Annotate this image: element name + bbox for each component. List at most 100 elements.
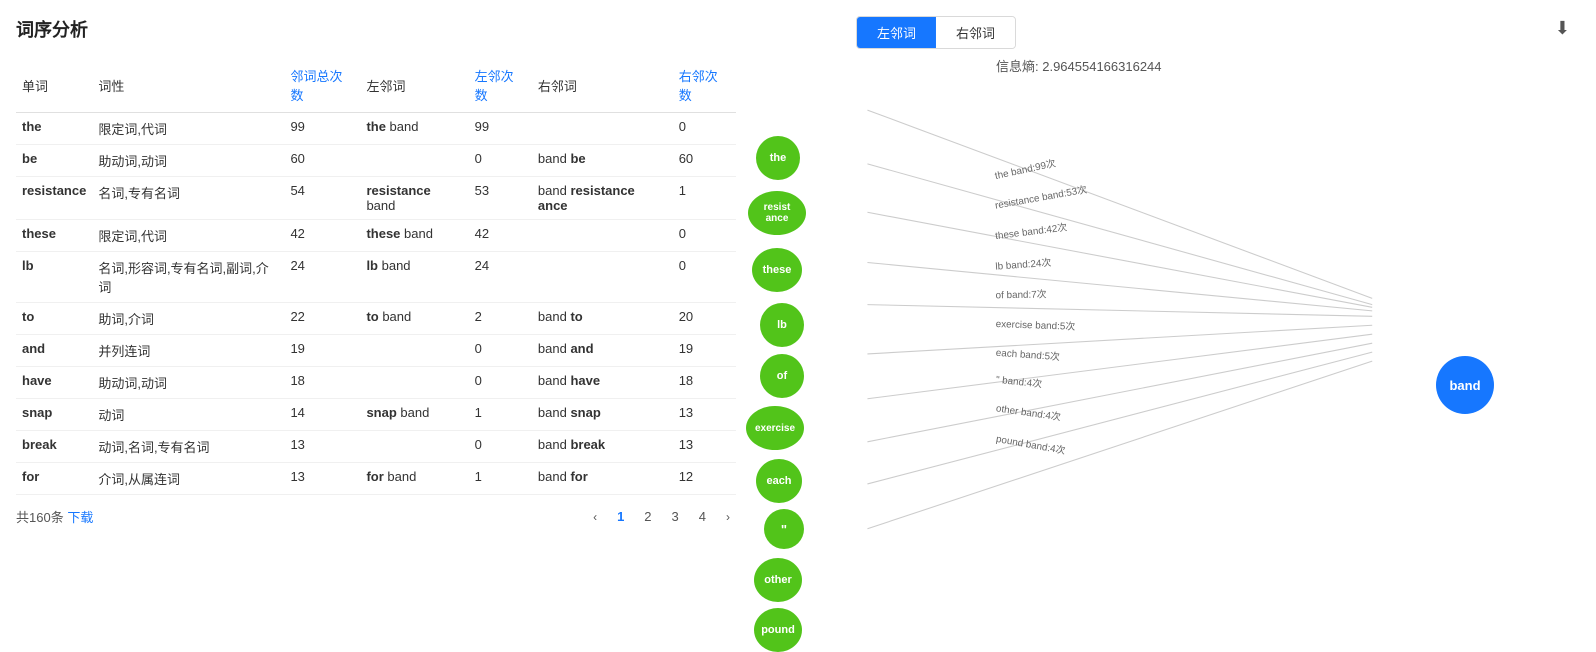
cell-right-neighbor: band and [532,335,673,367]
table-row: these限定词,代词42these band420 [16,220,736,252]
node-of[interactable]: of [760,354,804,398]
cell-right-neighbor: band have [532,367,673,399]
cell-neighbor-count: 24 [284,252,360,303]
table-row: for介词,从属连词13for band1band for12 [16,463,736,495]
cell-right-count: 18 [673,367,736,399]
cell-pos: 限定词,代词 [92,220,284,252]
cell-word: the [16,113,92,145]
cell-word: for [16,463,92,495]
page-title: 词序分析 [16,16,736,42]
cell-word: have [16,367,92,399]
footer-info: 共160条 下载 [16,507,93,526]
cell-pos: 名词,形容词,专有名词,副词,介词 [92,252,284,303]
cell-neighbor-count: 18 [284,367,360,399]
node-band[interactable]: band [1436,356,1494,414]
cell-right-neighbor: band to [532,303,673,335]
node-each[interactable]: each [756,459,802,503]
table-row: resistance名词,专有名词54resistance band53band… [16,177,736,220]
cell-word: break [16,431,92,463]
cell-right-neighbor [532,252,673,303]
cell-neighbor-count: 22 [284,303,360,335]
download-link[interactable]: 下载 [67,510,93,525]
col-neighbor-count[interactable]: 邻词总次数 [284,58,360,113]
col-right-neighbor: 右邻词 [532,58,673,113]
cell-neighbor-count: 14 [284,399,360,431]
cell-left-count: 24 [469,252,532,303]
download-icon[interactable]: ⬇ [1555,18,1570,39]
cell-left-count: 0 [469,335,532,367]
page-1[interactable]: 1 [611,507,630,526]
tab-left-neighbor[interactable]: 左邻词 [857,17,936,48]
next-page[interactable]: › [720,508,736,526]
cell-right-count: 13 [673,431,736,463]
table-footer: 共160条 下载 ‹ 1 2 3 4 › [16,507,736,526]
page-3[interactable]: 3 [666,507,685,526]
graph-area: 左邻词 右邻词 ⬇ 信息熵: 2.964554166316244 [736,16,1580,596]
cell-word: and [16,335,92,367]
cell-left-neighbor: for band [360,463,468,495]
cell-left-neighbor [360,335,468,367]
cell-right-count: 0 [673,220,736,252]
cell-left-count: 42 [469,220,532,252]
node-other[interactable]: other [754,558,802,602]
cell-left-neighbor: lb band [360,252,468,303]
node-the[interactable]: the [756,136,800,180]
cell-left-neighbor: the band [360,113,468,145]
cell-word: lb [16,252,92,303]
cell-neighbor-count: 60 [284,145,360,177]
cell-right-count: 1 [673,177,736,220]
pagination: ‹ 1 2 3 4 › [587,507,736,526]
prev-page[interactable]: ‹ [587,508,603,526]
cell-neighbor-count: 13 [284,431,360,463]
svg-text:pound band:4次: pound band:4次 [995,432,1067,457]
cell-word: resistance [16,177,92,220]
node-these[interactable]: these [752,248,802,292]
table-row: have助动词,动词180band have18 [16,367,736,399]
info-entropy: 信息熵: 2.964554166316244 [996,56,1162,75]
cell-right-neighbor [532,113,673,145]
svg-text:other band:4次: other band:4次 [995,401,1062,423]
cell-right-count: 19 [673,335,736,367]
cell-right-count: 0 [673,252,736,303]
node-resistance[interactable]: resistance [748,191,806,235]
col-left-count[interactable]: 左邻次数 [469,58,532,113]
node-quote[interactable]: " [764,509,804,549]
cell-left-count: 2 [469,303,532,335]
cell-right-neighbor: band break [532,431,673,463]
page-2[interactable]: 2 [638,507,657,526]
cell-left-count: 1 [469,463,532,495]
cell-right-neighbor: band be [532,145,673,177]
svg-text:exercise band:5次: exercise band:5次 [996,317,1076,333]
cell-right-neighbor: band resistance ance [532,177,673,220]
cell-neighbor-count: 54 [284,177,360,220]
tab-group: 左邻词 右邻词 [856,16,1016,49]
cell-neighbor-count: 99 [284,113,360,145]
cell-right-count: 60 [673,145,736,177]
left-panel: 词序分析 单词 词性 邻词总次数 左邻词 左邻次数 右邻词 右邻次数 the限定… [16,16,736,596]
cell-pos: 助动词,动词 [92,145,284,177]
tab-right-neighbor[interactable]: 右邻词 [936,17,1015,48]
cell-word: these [16,220,92,252]
svg-text:resistance band:53次: resistance band:53次 [994,183,1088,212]
cell-right-count: 0 [673,113,736,145]
page-4[interactable]: 4 [693,507,712,526]
table-row: to助词,介词22to band2band to20 [16,303,736,335]
table-row: break动词,名词,专有名词130band break13 [16,431,736,463]
cell-right-neighbor [532,220,673,252]
col-right-count[interactable]: 右邻次数 [673,58,736,113]
node-pound[interactable]: pound [754,608,802,652]
cell-neighbor-count: 13 [284,463,360,495]
node-lb[interactable]: lb [760,303,804,347]
svg-text:of band:7次: of band:7次 [995,287,1046,301]
svg-text:" band:4次: " band:4次 [995,373,1042,391]
table-row: the限定词,代词99the band990 [16,113,736,145]
node-exercise[interactable]: exercise [746,406,804,450]
table-row: lb名词,形容词,专有名词,副词,介词24lb band240 [16,252,736,303]
cell-right-count: 13 [673,399,736,431]
graph-svg: the band:99次 resistance band:53次 these b… [736,76,1596,596]
right-panel: 左邻词 右邻词 ⬇ 信息熵: 2.964554166316244 [736,16,1580,596]
cell-left-neighbor: resistance band [360,177,468,220]
col-left-neighbor: 左邻词 [360,58,468,113]
cell-left-count: 0 [469,431,532,463]
table-row: and并列连词190band and19 [16,335,736,367]
